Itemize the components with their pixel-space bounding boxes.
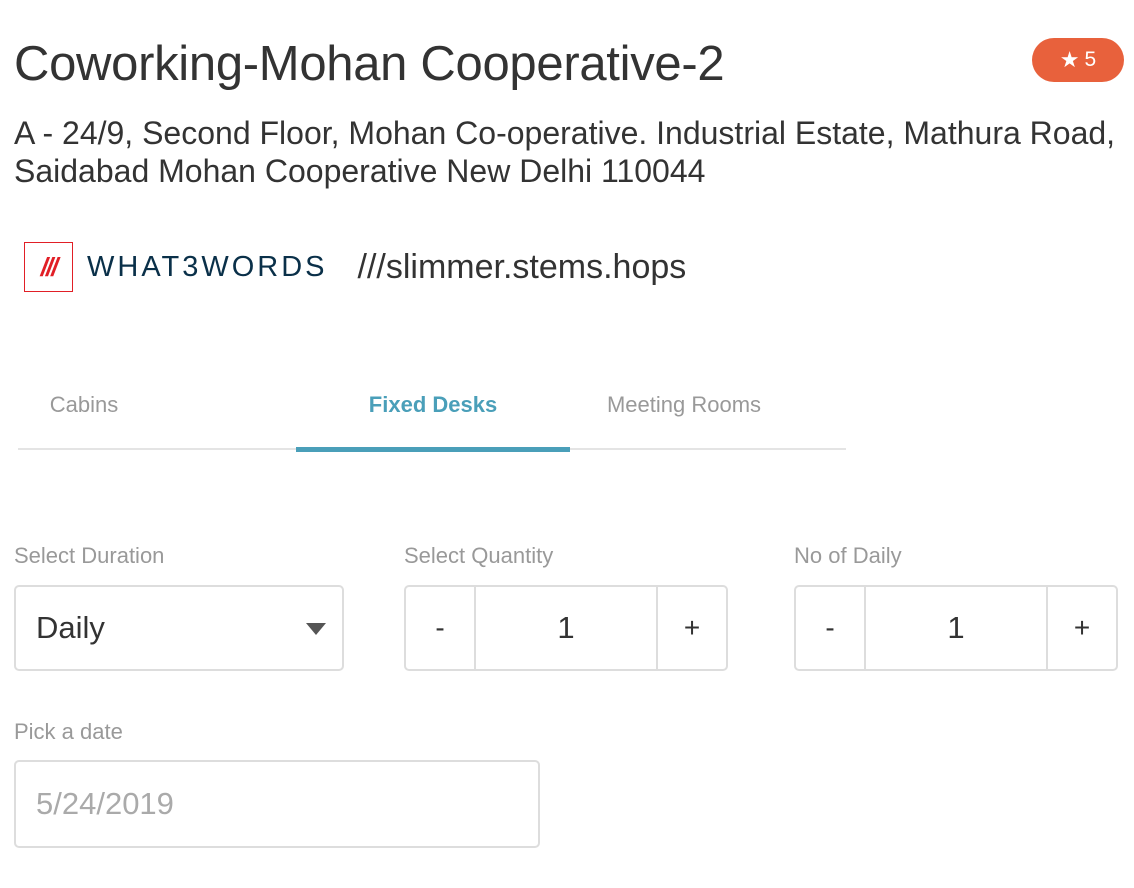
quantity-decrement-button[interactable]: -: [406, 587, 476, 669]
date-input[interactable]: [14, 760, 540, 848]
quantity-value[interactable]: 1: [476, 587, 656, 669]
what3words-logo-icon: ///: [24, 242, 73, 292]
daily-count-value[interactable]: 1: [866, 587, 1046, 669]
caret-down-icon: [306, 623, 326, 635]
daily-decrement-button[interactable]: -: [796, 587, 866, 669]
tab-meeting-rooms[interactable]: Meeting Rooms: [570, 360, 798, 450]
booking-page: Coworking-Mohan Cooperative-2 ★ 5 A - 24…: [0, 0, 1134, 888]
date-label: Pick a date: [14, 719, 123, 744]
star-icon: ★: [1059, 47, 1080, 72]
address-text: A - 24/9, Second Floor, Mohan Co-operati…: [14, 115, 1116, 189]
daily-count-label: No of Daily: [794, 543, 902, 568]
daily-count-stepper: - 1 +: [794, 585, 1118, 671]
duration-label: Select Duration: [14, 543, 165, 568]
duration-value: Daily: [36, 610, 105, 645]
what3words-address[interactable]: ///slimmer.stems.hops: [358, 248, 687, 287]
quantity-stepper: - 1 +: [404, 585, 728, 671]
quantity-label: Select Quantity: [404, 543, 554, 568]
what3words-row: /// WHAT3WORDS ///slimmer.stems.hops: [24, 242, 686, 292]
quantity-increment-button[interactable]: +: [656, 587, 726, 669]
tab-bar: Cabins Fixed Desks Meeting Rooms: [18, 360, 846, 452]
tab-cabins[interactable]: Cabins: [18, 360, 150, 450]
duration-select[interactable]: Daily: [14, 585, 344, 671]
daily-increment-button[interactable]: +: [1046, 587, 1116, 669]
tab-fixed-desks[interactable]: Fixed Desks: [296, 360, 570, 452]
rating-badge: ★ 5: [1032, 38, 1124, 82]
what3words-brand: WHAT3WORDS: [87, 250, 328, 283]
rating-value: 5: [1084, 48, 1097, 71]
page-title: Coworking-Mohan Cooperative-2: [14, 37, 725, 91]
